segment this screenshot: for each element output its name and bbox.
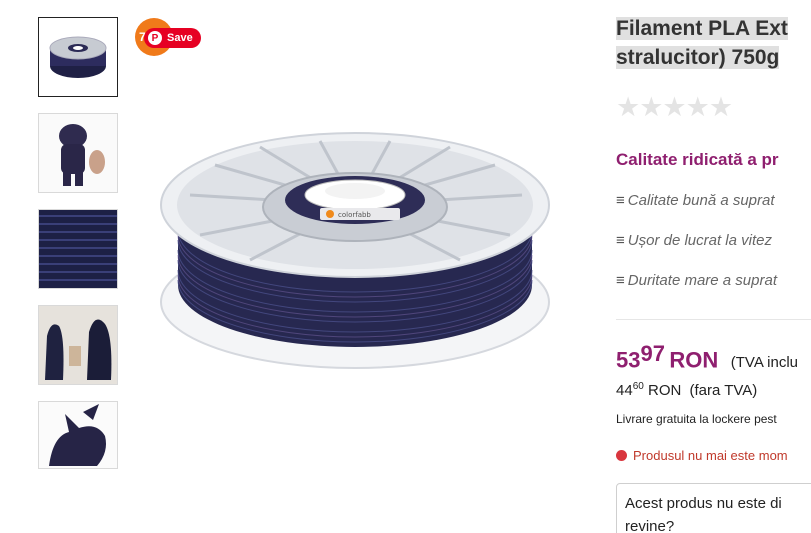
price-integer: 53 bbox=[616, 347, 641, 373]
net-price-currency: RON bbox=[647, 382, 682, 399]
product-info: Filament PLA Ext stralucitor) 750g ★★★★★… bbox=[616, 0, 811, 533]
list-bullet-icon: ≡ bbox=[616, 232, 625, 249]
price-decimals: 97 bbox=[640, 341, 665, 366]
notify-text-line-2: revine? bbox=[625, 518, 675, 533]
net-price-integer: 44 bbox=[616, 382, 633, 399]
product-title: Filament PLA Ext stralucitor) 750g bbox=[616, 14, 811, 72]
main-product-image[interactable]: colorfabb bbox=[130, 15, 590, 485]
price-currency: RON bbox=[669, 347, 719, 373]
shipping-info: Livrare gratuita la lockere pest bbox=[616, 412, 777, 426]
feature-item: ≡ Duritate mare a suprat bbox=[616, 272, 777, 289]
pinterest-save-label: Save bbox=[167, 32, 193, 44]
feature-text: Ușor de lucrat la vitez bbox=[627, 232, 772, 249]
product-title-line-1: Filament PLA Ext bbox=[616, 17, 788, 40]
spool-label: colorfabb bbox=[338, 211, 371, 219]
pinterest-icon: P bbox=[148, 31, 162, 45]
product-title-line-2: stralucitor) 750g bbox=[616, 46, 780, 69]
vat-excluded-label: (fara TVA) bbox=[689, 382, 758, 399]
feature-item: ≡ Calitate bună a suprat bbox=[616, 192, 775, 209]
out-of-stock-icon bbox=[616, 450, 627, 461]
notify-text-line-1: Acest produs nu este di bbox=[625, 495, 782, 512]
notify-box: Acest produs nu este di revine? bbox=[616, 483, 811, 533]
feature-item: ≡ Ușor de lucrat la vitez bbox=[616, 232, 772, 249]
product-subtitle: Calitate ridicată a pr bbox=[616, 150, 779, 169]
feature-text: Calitate bună a suprat bbox=[627, 192, 775, 209]
price-without-vat: 4460 RON (fara TVA) bbox=[616, 381, 757, 399]
feature-text: Duritate mare a suprat bbox=[627, 272, 777, 289]
vat-included-label: (TVA inclu bbox=[730, 354, 799, 372]
thumbnail-texture[interactable] bbox=[38, 209, 118, 289]
stock-status-text: Produsul nu mai este mom bbox=[633, 448, 788, 463]
list-bullet-icon: ≡ bbox=[616, 192, 625, 209]
divider bbox=[616, 319, 811, 320]
thumbnail-dragon[interactable] bbox=[38, 401, 118, 469]
price-with-vat: 5397 RON (TVA inclu bbox=[616, 341, 798, 373]
pinterest-save-button[interactable]: P Save bbox=[144, 28, 201, 48]
stock-status: Produsul nu mai este mom bbox=[616, 448, 788, 463]
thumbnail-spool[interactable] bbox=[38, 17, 118, 97]
rating-stars[interactable]: ★★★★★ bbox=[616, 92, 733, 123]
thumbnail-figurine[interactable] bbox=[38, 113, 118, 193]
list-bullet-icon: ≡ bbox=[616, 272, 625, 289]
thumbnail-statues[interactable] bbox=[38, 305, 118, 385]
net-price-decimals: 60 bbox=[632, 381, 644, 392]
